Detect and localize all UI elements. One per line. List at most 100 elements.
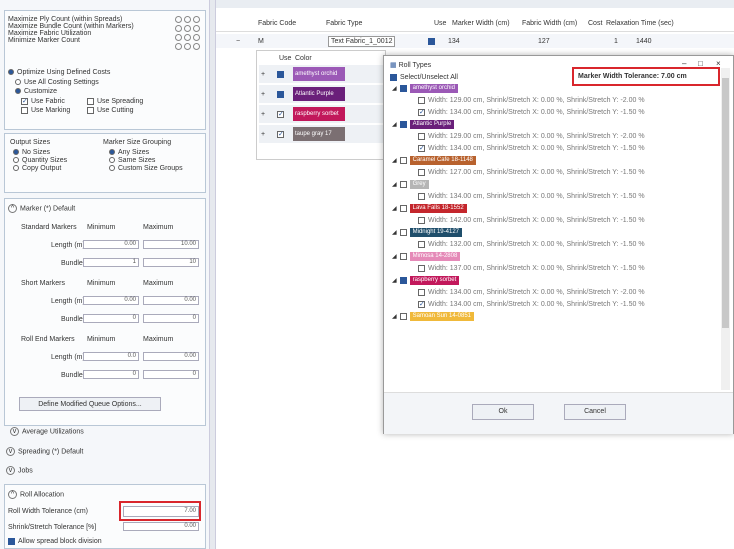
roll-width-checkbox[interactable] [418,216,425,224]
roll-group-checkbox[interactable] [399,121,407,128]
roll-group-checkbox[interactable] [399,253,407,260]
roll-width-option[interactable]: Width: 129.00 cm, Shrink/Stretch X: 0.00… [418,132,645,141]
cancel-button[interactable]: Cancel [564,404,626,420]
allow-spread-division-checkbox[interactable]: Allow spread block division [8,537,102,546]
roll-type-group[interactable]: ◢ Caramel Cafe 18-1148 [392,156,476,166]
roll-group-checkbox[interactable] [399,157,407,164]
roll-end-bundles-min-input[interactable]: 0 [83,370,139,379]
roll-width-checkbox[interactable] [418,144,425,153]
roll-width-option[interactable]: Width: 134.00 cm, Shrink/Stretch X: 0.00… [418,144,645,153]
define-queue-options-button[interactable]: Define Modified Queue Options... [19,397,161,411]
roll-end-bundles-max-input[interactable]: 0 [143,370,199,379]
roll-width-checkbox[interactable] [418,108,425,117]
roll-width-checkbox[interactable] [418,168,425,176]
roll-width-option[interactable]: Width: 134.00 cm, Shrink/Stretch X: 0.00… [418,300,645,309]
roll-type-group[interactable]: ◢ Mimosa 14-2808 [392,252,461,262]
roll-allocation-header[interactable]: ^ Roll Allocation [8,490,64,499]
expand-triangle-icon[interactable]: ◢ [392,181,397,190]
col-fabric-code[interactable]: Fabric Code [258,19,296,28]
roll-width-option[interactable]: Width: 134.00 cm, Shrink/Stretch X: 0.00… [418,288,645,297]
color-row[interactable]: + Atlantic Purple [259,85,385,103]
short-length-min-input[interactable]: 0.00 [83,296,139,305]
col-fabric-type[interactable]: Fabric Type [326,19,362,28]
roll-width-checkbox[interactable] [418,132,425,140]
roll-width-option[interactable]: Width: 137.00 cm, Shrink/Stretch X: 0.00… [418,264,645,273]
roll-type-group[interactable]: ◢ Atlantic Purple [392,120,455,130]
roll-group-checkbox[interactable] [399,229,407,236]
roll-width-option[interactable]: Width: 142.00 cm, Shrink/Stretch X: 0.00… [418,216,645,225]
roll-end-length-min-input[interactable]: 0.0 [83,352,139,361]
expand-triangle-icon[interactable]: ◢ [392,85,397,94]
custom-groups-radio[interactable]: Custom Size Groups [109,164,183,173]
expand-icon[interactable]: + [261,90,265,99]
expand-icon[interactable]: + [261,70,265,79]
roll-type-group[interactable]: ◢ Midnight 19-4127 [392,228,462,238]
color-use-checkbox[interactable] [277,70,287,79]
roll-type-group[interactable]: ◢ Samoan Sun 14-0851 [392,312,475,322]
standard-length-max-input[interactable]: 10.00 [143,240,199,249]
use-spreading-checkbox[interactable]: Use Spreading [87,97,143,106]
use-marking-checkbox[interactable]: Use Marking [21,106,70,115]
jobs-section-header[interactable]: v Jobs [6,466,33,475]
expand-triangle-icon[interactable]: ◢ [392,229,397,238]
color-row[interactable]: + raspberry sorbet [259,105,385,123]
roll-group-checkbox[interactable] [399,205,407,212]
short-bundles-max-input[interactable]: 0 [143,314,199,323]
standard-length-min-input[interactable]: 0.00 [83,240,139,249]
expand-triangle-icon[interactable]: ◢ [392,205,397,214]
standard-bundles-max-input[interactable]: 10 [143,258,199,267]
use-all-costing-radio[interactable]: Use All Costing Settings [15,78,99,87]
roll-end-length-max-input[interactable]: 0.00 [143,352,199,361]
roll-width-checkbox[interactable] [418,288,425,296]
priority-radios[interactable] [173,16,200,52]
short-bundles-min-input[interactable]: 0 [83,314,139,323]
color-row[interactable]: + amethyst orchid [259,65,385,83]
color-row[interactable]: + taupe gray 17 [259,125,385,143]
roll-width-checkbox[interactable] [418,96,425,104]
roll-type-group[interactable]: ◢ raspberry sorbet [392,276,460,286]
spreading-section-header[interactable]: v Spreading (*) Default [6,447,83,456]
roll-width-checkbox[interactable] [418,192,425,200]
roll-group-checkbox[interactable] [399,313,407,320]
roll-width-option[interactable]: Width: 134.00 cm, Shrink/Stretch X: 0.00… [418,108,645,117]
roll-width-checkbox[interactable] [418,300,425,309]
short-length-max-input[interactable]: 0.00 [143,296,199,305]
roll-group-checkbox[interactable] [399,181,407,188]
expand-triangle-icon[interactable]: ◢ [392,157,397,166]
color-use-checkbox[interactable] [277,130,287,139]
col-fabric-width[interactable]: Fabric Width (cm) [522,19,577,28]
roll-width-checkbox[interactable] [418,264,425,272]
select-all-checkbox[interactable]: Select/Unselect All [390,73,458,82]
col-use[interactable]: Use [434,19,446,28]
roll-group-checkbox[interactable] [399,277,407,284]
row-fabric-type[interactable]: Text Fabric_1_0012 [328,36,396,47]
ok-button[interactable]: Ok [472,404,534,420]
expand-triangle-icon[interactable]: ◢ [392,121,397,130]
copy-output-radio[interactable]: Copy Output [13,164,61,173]
roll-type-group[interactable]: ◢ Grey [392,180,429,190]
color-use-checkbox[interactable] [277,110,287,119]
roll-group-checkbox[interactable] [399,85,407,92]
col-marker-width[interactable]: Marker Width (cm) [452,19,510,28]
col-cost[interactable]: Cost [588,19,602,28]
use-fabric-checkbox[interactable]: Use Fabric [21,97,65,106]
expand-triangle-icon[interactable]: ◢ [392,313,397,322]
expand-triangle-icon[interactable]: ◢ [392,253,397,262]
dialog-scrollbar[interactable] [721,68,730,390]
roll-type-group[interactable]: ◢ amethyst orchid [392,84,458,94]
row-use-checkbox[interactable] [428,37,438,46]
expand-icon[interactable]: + [261,110,265,119]
use-cutting-checkbox[interactable]: Use Cutting [87,106,134,115]
shrink-tolerance-input[interactable]: 0.00 [123,522,199,531]
fabric-row[interactable]: − M Text Fabric_1_0012 134 127 1 1440 [216,34,734,48]
roll-width-option[interactable]: Width: 134.00 cm, Shrink/Stretch X: 0.00… [418,192,645,201]
average-utilizations-toggle[interactable]: v Average Utilizations [10,427,84,436]
roll-type-group[interactable]: ◢ Lava Falls 18-1552 [392,204,467,214]
collapse-row-icon[interactable]: − [236,37,240,46]
expand-triangle-icon[interactable]: ◢ [392,277,397,286]
roll-width-option[interactable]: Width: 132.00 cm, Shrink/Stretch X: 0.00… [418,240,645,249]
col-relaxation[interactable]: Relaxation Time (sec) [606,19,674,28]
customize-radio[interactable]: Customize [15,87,57,96]
roll-width-option[interactable]: Width: 129.00 cm, Shrink/Stretch X: 0.00… [418,96,645,105]
optimize-defined-costs-radio[interactable]: Optimize Using Defined Costs [8,68,110,77]
